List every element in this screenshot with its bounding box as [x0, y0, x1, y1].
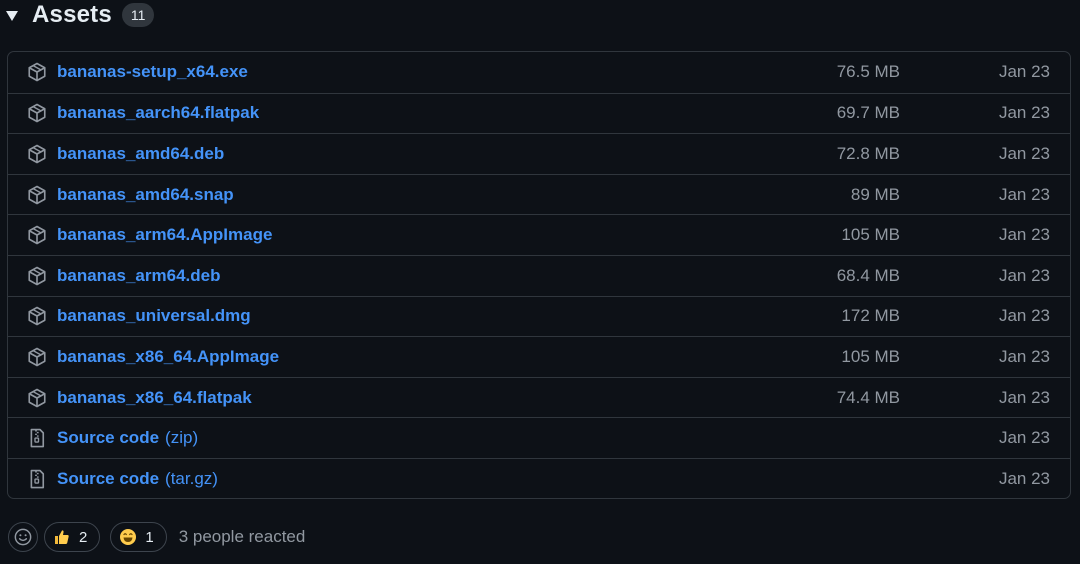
asset-download-link[interactable]: bananas_aarch64.flatpak [57, 103, 259, 123]
asset-name: Source code [57, 428, 160, 448]
reaction-laugh[interactable]: 1 [110, 522, 167, 552]
asset-size: 105 MB [841, 225, 900, 245]
asset-date: Jan 23 [998, 62, 1050, 82]
asset-date: Jan 23 [998, 468, 1050, 488]
asset-date: Jan 23 [998, 428, 1050, 448]
reaction-count: 1 [145, 528, 154, 546]
reactions-bar: 2 1 3 people reacted [8, 521, 305, 553]
asset-size: 69.7 MB [836, 103, 900, 123]
asset-date: Jan 23 [998, 143, 1050, 163]
asset-date: Jan 23 [998, 265, 1050, 285]
assets-list: bananas-setup_x64.exe 76.5 MB Jan 23 banana… [7, 51, 1071, 499]
asset-size: 72.8 MB [836, 143, 900, 163]
package-icon [27, 306, 47, 326]
asset-download-link[interactable]: Source code (zip) [57, 428, 198, 448]
asset-row: Source code (tar.gz) Jan 23 [8, 457, 1070, 498]
asset-name: bananas-setup_x64.exe [57, 62, 248, 82]
assets-title: Assets [32, 1, 112, 28]
asset-name: bananas_x86_64.AppImage [57, 346, 280, 366]
asset-name: bananas_aarch64.flatpak [57, 103, 260, 123]
laughing-face-icon [119, 528, 137, 546]
asset-download-link[interactable]: Source code (tar.gz) [57, 469, 218, 489]
asset-size: 74.4 MB [836, 387, 900, 407]
asset-row: Source code (zip) Jan 23 [8, 417, 1070, 458]
asset-size: 105 MB [841, 346, 900, 366]
file-zip-icon [27, 428, 47, 448]
package-icon [27, 388, 47, 408]
asset-format-suffix: (zip) [165, 428, 199, 448]
package-icon [27, 144, 47, 164]
package-icon [27, 62, 47, 82]
package-icon [27, 225, 47, 245]
asset-name: bananas_amd64.deb [57, 143, 225, 163]
reactions-summary: 3 people reacted [178, 527, 306, 546]
asset-download-link[interactable]: bananas_arm64.AppImage [57, 225, 272, 245]
asset-name: bananas_x86_64.flatpak [57, 387, 252, 407]
asset-download-link[interactable]: bananas_amd64.snap [57, 185, 234, 205]
package-icon [27, 185, 47, 205]
asset-size: 68.4 MB [836, 265, 900, 285]
package-icon [27, 103, 47, 123]
asset-date: Jan 23 [998, 346, 1050, 366]
asset-name: Source code [57, 468, 160, 488]
asset-download-link[interactable]: bananas_x86_64.AppImage [57, 347, 279, 367]
asset-name: bananas_arm64.deb [57, 265, 221, 285]
asset-row: bananas_x86_64.flatpak 74.4 MB Jan 23 [8, 376, 1070, 418]
reaction-count: 2 [79, 528, 88, 546]
asset-row: bananas_amd64.deb 72.8 MB Jan 23 [8, 133, 1070, 174]
assets-count-badge: 11 [121, 3, 155, 27]
asset-download-link[interactable]: bananas_arm64.deb [57, 266, 220, 286]
asset-download-link[interactable]: bananas_universal.dmg [57, 306, 251, 326]
asset-date: Jan 23 [998, 225, 1050, 245]
asset-name: bananas_arm64.AppImage [57, 225, 273, 245]
asset-row: bananas_x86_64.AppImage 105 MB Jan 23 [8, 336, 1070, 377]
asset-row: bananas_amd64.snap 89 MB Jan 23 [8, 173, 1070, 215]
asset-date: Jan 23 [998, 387, 1050, 407]
asset-format-suffix: (tar.gz) [165, 468, 218, 488]
asset-row: bananas_universal.dmg 172 MB Jan 23 [8, 295, 1070, 337]
file-zip-icon [27, 469, 47, 489]
reaction-thumbs-up[interactable]: 2 [44, 522, 101, 552]
asset-row: bananas-setup_x64.exe 76.5 MB Jan 23 [8, 52, 1070, 93]
asset-row: bananas_arm64.deb 68.4 MB Jan 23 [8, 254, 1070, 296]
caret-down-icon[interactable] [6, 11, 18, 21]
asset-date: Jan 23 [998, 184, 1050, 204]
assets-header[interactable]: Assets 11 [6, 0, 155, 30]
asset-name: bananas_amd64.snap [57, 184, 234, 204]
release-assets-section: Assets 11 bananas-setup_x64.exe 76.5 MB Ja… [0, 0, 1080, 564]
asset-date: Jan 23 [998, 103, 1050, 123]
package-icon [27, 266, 47, 286]
thumbs-up-icon [53, 528, 71, 546]
smiley-icon [14, 528, 32, 546]
asset-download-link[interactable]: bananas_amd64.deb [57, 144, 224, 164]
asset-name: bananas_universal.dmg [57, 306, 251, 326]
asset-date: Jan 23 [998, 306, 1050, 326]
asset-row: bananas_arm64.AppImage 105 MB Jan 23 [8, 214, 1070, 255]
add-reaction-button[interactable] [8, 522, 38, 552]
asset-row: bananas_aarch64.flatpak 69.7 MB Jan 23 [8, 92, 1070, 134]
asset-download-link[interactable]: bananas_x86_64.flatpak [57, 388, 252, 408]
asset-size: 172 MB [841, 306, 900, 326]
asset-size: 89 MB [850, 184, 900, 204]
asset-download-link[interactable]: bananas-setup_x64.exe [57, 62, 248, 82]
asset-size: 76.5 MB [836, 62, 900, 82]
package-icon [27, 347, 47, 367]
